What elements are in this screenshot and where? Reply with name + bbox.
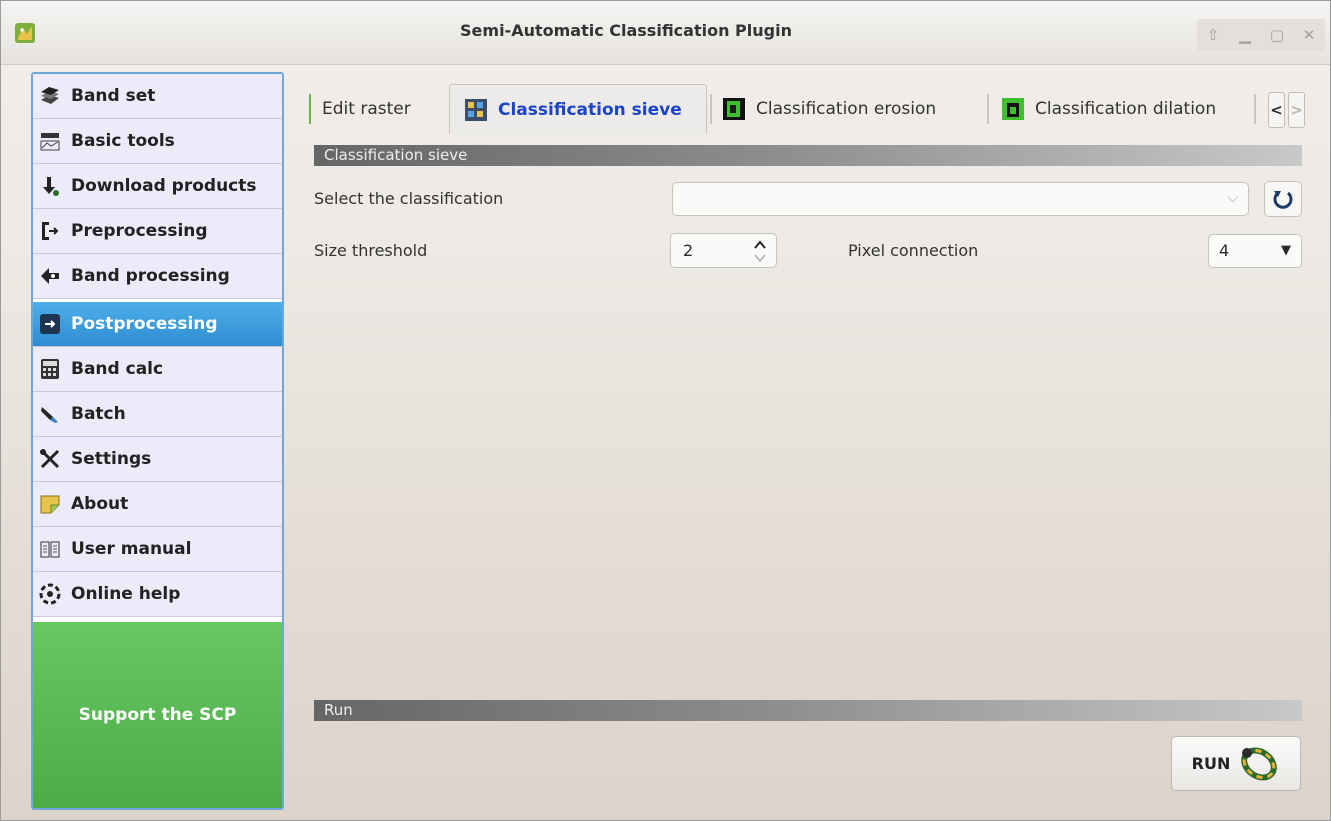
settings-icon [39,448,61,470]
plugin-window: Semi-Automatic Classification Plugin ⇧ ▁… [0,0,1331,821]
chevron-down-icon: ⌵ [1227,190,1238,206]
help-icon [39,583,61,605]
window-title: Semi-Automatic Classification Plugin [460,21,792,40]
window-up-icon[interactable]: ⇧ [1200,26,1226,44]
tab-scroll-left-button[interactable]: < [1268,92,1285,128]
sidebar-item-user-manual[interactable]: User manual [33,527,282,572]
sidebar-item-label: Band calc [71,359,164,379]
spin-up-icon[interactable] [753,239,767,251]
preprocessing-icon [39,220,61,242]
tab-scroll-right-button[interactable]: > [1288,92,1305,128]
sidebar-item-band-set[interactable]: Band set [33,74,282,119]
postprocessing-icon [39,313,61,335]
close-icon[interactable]: ✕ [1296,26,1322,44]
sidebar-item-label: Basic tools [71,131,175,151]
spin-down-icon[interactable] [753,252,767,264]
refresh-button[interactable] [1264,181,1302,217]
sidebar-item-label: Settings [71,449,152,469]
basic-tools-icon [39,130,61,152]
sidebar-item-postprocessing[interactable]: Postprocessing [33,302,282,347]
pixel-connection-label: Pixel connection [848,241,979,260]
sidebar-item-band-calc[interactable]: Band calc [33,347,282,392]
sidebar-item-preprocessing[interactable]: Preprocessing [33,209,282,254]
tab-separator [1254,94,1256,124]
sidebar-item-settings[interactable]: Settings [33,437,282,482]
dilation-icon [1002,98,1024,120]
band-processing-icon [39,265,61,287]
tab-edit-raster[interactable]: Edit raster [308,84,448,134]
band-set-icon [39,85,61,107]
sidebar: Band set Basic tools Download products P… [31,72,284,810]
erosion-icon [723,98,745,120]
sidebar-item-about[interactable]: About [33,482,282,527]
tab-label: Classification erosion [756,99,937,119]
size-threshold-value: 2 [683,241,694,260]
manual-icon [39,538,61,560]
select-classification-label: Select the classification [314,189,504,208]
sidebar-item-label: Postprocessing [71,314,218,334]
tab-label: Edit raster [322,99,411,119]
tab-bar: Edit raster Classification sieve Classif… [306,84,1306,136]
tab-label: Classification sieve [498,99,682,120]
refresh-icon [1273,191,1293,209]
size-threshold-label: Size threshold [314,241,428,260]
sidebar-item-label: Band set [71,86,156,106]
sidebar-item-label: Batch [71,404,126,424]
minimize-icon[interactable]: ▁ [1232,26,1258,44]
sidebar-item-label: Download products [71,176,257,196]
size-threshold-spinbox[interactable]: 2 [670,233,777,268]
classification-combo[interactable]: ⌵ [672,182,1249,216]
sidebar-item-label: Band processing [71,266,230,286]
about-icon [39,493,61,515]
tab-classification-sieve[interactable]: Classification sieve [449,84,707,134]
run-section-header: Run [314,700,1302,721]
window-controls: ⇧ ▁ ▢ ✕ [1197,19,1325,51]
sidebar-item-batch[interactable]: Batch [33,392,282,437]
run-button[interactable]: RUN [1171,736,1301,791]
sidebar-item-label: User manual [71,539,192,559]
pixel-connection-select[interactable]: 4 ▼ [1208,234,1302,268]
maximize-icon[interactable]: ▢ [1264,26,1290,44]
sidebar-item-online-help[interactable]: Online help [33,572,282,617]
tab-label: Classification dilation [1035,99,1217,119]
sidebar-item-download-products[interactable]: Download products [33,164,282,209]
support-scp-button[interactable]: Support the SCP [33,622,282,808]
sidebar-item-label: About [71,494,129,514]
run-icon [1241,747,1278,780]
tab-classification-dilation[interactable]: Classification dilation [987,84,1257,134]
download-icon [39,175,61,197]
chevron-down-icon: ▼ [1281,243,1291,258]
calculator-icon [39,358,61,380]
batch-icon [39,403,61,425]
sidebar-item-basic-tools[interactable]: Basic tools [33,119,282,164]
pixel-connection-value: 4 [1219,241,1230,260]
sieve-icon [465,98,487,121]
run-label: RUN [1191,754,1231,773]
title-bar: Semi-Automatic Classification Plugin ⇧ ▁… [1,1,1330,65]
sieve-section-header: Classification sieve [314,145,1302,166]
sidebar-item-band-processing[interactable]: Band processing [33,254,282,299]
sidebar-item-label: Online help [71,584,181,604]
sidebar-item-label: Preprocessing [71,221,208,241]
tab-classification-erosion[interactable]: Classification erosion [708,84,984,134]
